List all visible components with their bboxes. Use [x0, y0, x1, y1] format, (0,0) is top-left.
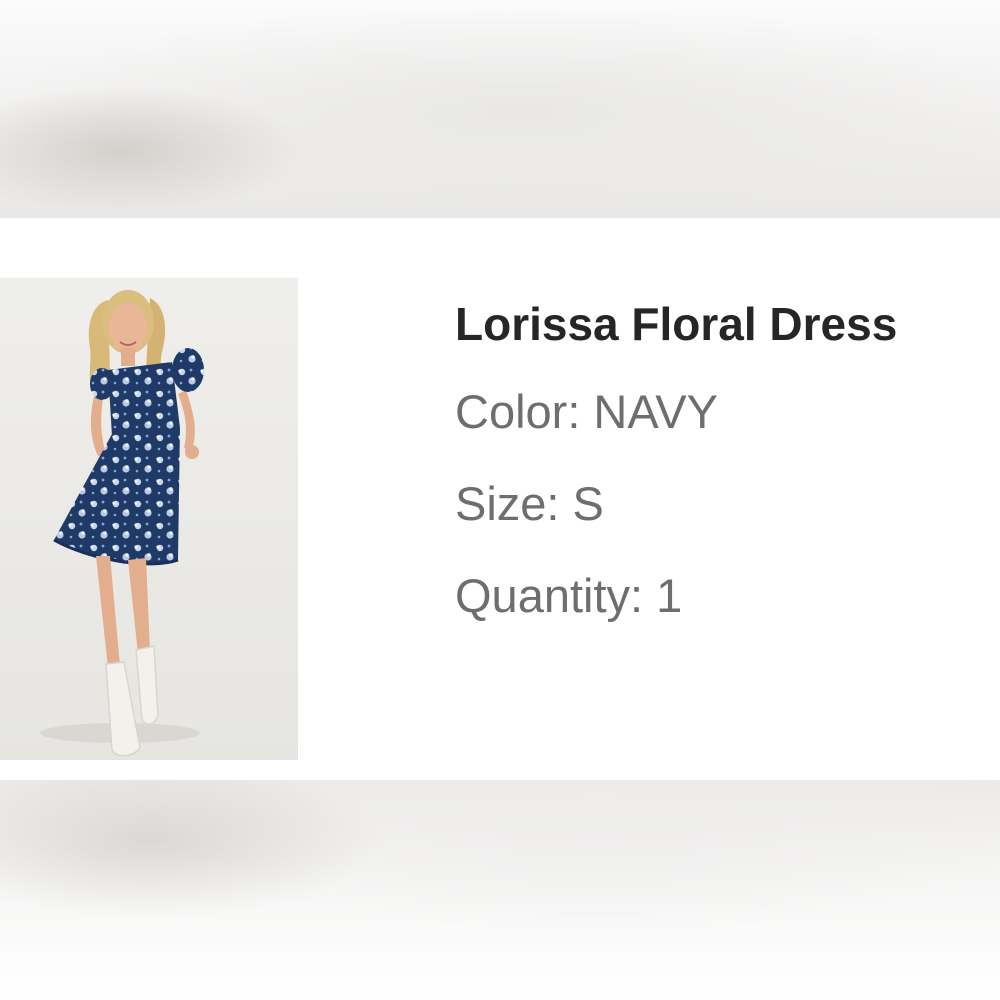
product-title: Lorissa Floral Dress — [455, 298, 898, 350]
order-item-card: Lorissa Floral Dress Color: NAVY Size: S… — [0, 218, 1000, 780]
product-image[interactable] — [0, 278, 298, 760]
product-quantity: Quantity: 1 — [455, 569, 683, 622]
order-item-page: Lorissa Floral Dress Color: NAVY Size: S… — [0, 0, 1000, 1000]
product-size: Size: S — [455, 477, 604, 530]
product-details: Lorissa Floral Dress Color: NAVY Size: S… — [455, 296, 897, 660]
product-color: Color: NAVY — [455, 385, 718, 438]
blurred-background-top — [0, 0, 1000, 218]
blurred-background-bottom — [0, 780, 1000, 1000]
dress-photo-illustration — [0, 278, 298, 760]
